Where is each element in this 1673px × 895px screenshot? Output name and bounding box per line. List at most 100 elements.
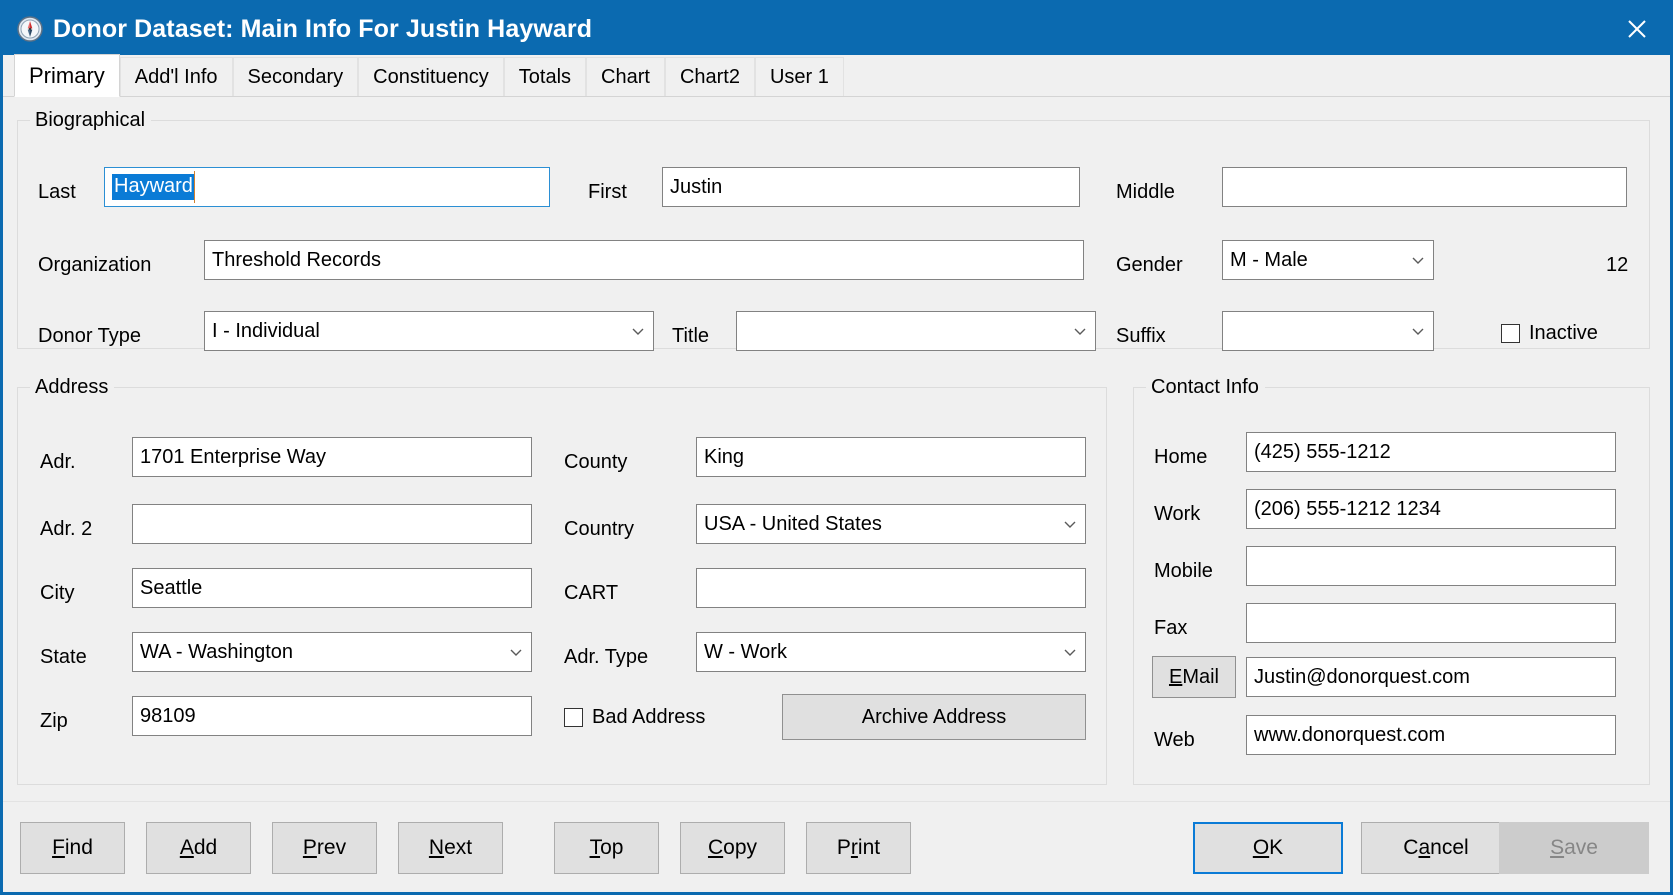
chevron-down-icon xyxy=(505,645,527,659)
tab-constituency[interactable]: Constituency xyxy=(358,57,504,96)
mobile-phone-input[interactable] xyxy=(1246,546,1616,586)
email-rest: Mail xyxy=(1182,665,1219,688)
city-input[interactable]: Seattle xyxy=(132,568,532,608)
title-select[interactable] xyxy=(736,311,1096,351)
find-button[interactable]: Find xyxy=(20,822,125,874)
biographical-legend: Biographical xyxy=(35,109,146,131)
home-phone-input[interactable]: (425) 555-1212 xyxy=(1246,432,1616,472)
first-label: First xyxy=(588,181,627,203)
country-select[interactable]: USA - United States xyxy=(696,504,1086,544)
email-value: Justin@donorquest.com xyxy=(1254,665,1470,688)
tab-label: User 1 xyxy=(769,65,829,88)
compass-icon xyxy=(17,16,43,42)
tab-chart2[interactable]: Chart2 xyxy=(664,57,755,96)
footer-button-bar: Find Add Prev Next Top Copy Print OK Can… xyxy=(3,801,1670,892)
primary-tab-panel: Biographical Last Hayward First Justin M… xyxy=(3,97,1670,801)
adr-label: Adr. xyxy=(40,451,76,473)
chevron-down-icon xyxy=(1069,324,1091,338)
cart-label: CART xyxy=(564,582,619,604)
tab-user-1[interactable]: User 1 xyxy=(754,57,844,96)
adr2-label: Adr. 2 xyxy=(40,518,93,540)
fax-input[interactable] xyxy=(1246,603,1616,643)
email-accel: E xyxy=(1168,665,1183,688)
suffix-label: Suffix xyxy=(1116,325,1166,347)
county-input-value: King xyxy=(704,445,745,468)
close-icon[interactable] xyxy=(1604,3,1670,55)
tab-secondary[interactable]: Secondary xyxy=(232,57,359,96)
last-input[interactable]: Hayward xyxy=(104,167,550,207)
middle-input[interactable] xyxy=(1222,167,1627,207)
home-phone-value: (425) 555-1212 xyxy=(1254,440,1391,463)
state-label: State xyxy=(40,646,87,668)
title-bar: Donor Dataset: Main Info For Justin Hayw… xyxy=(3,3,1670,55)
tab-label: Totals xyxy=(518,65,572,88)
suffix-select[interactable] xyxy=(1222,311,1434,351)
archive-address-label: Archive Address xyxy=(861,705,1007,728)
chevron-down-icon xyxy=(627,324,649,338)
middle-label: Middle xyxy=(1116,181,1175,203)
chevron-down-icon xyxy=(1407,253,1429,267)
address-group: Address Adr. 1701 Enterprise Way County … xyxy=(17,376,1107,785)
record-number: 12 xyxy=(1606,254,1629,276)
email-input[interactable]: Justin@donorquest.com xyxy=(1246,657,1616,697)
adr-type-select[interactable]: W - Work xyxy=(696,632,1086,672)
cart-input[interactable] xyxy=(696,568,1086,608)
county-input[interactable]: King xyxy=(696,437,1086,477)
chevron-down-icon xyxy=(1059,645,1081,659)
contact-info-legend: Contact Info xyxy=(1151,376,1259,398)
zip-input[interactable]: 98109 xyxy=(132,696,532,736)
chevron-down-icon xyxy=(1407,324,1429,338)
print-button[interactable]: Print xyxy=(806,822,911,874)
checkbox-box xyxy=(564,708,583,727)
tab-label: Constituency xyxy=(373,65,489,88)
email-button-label: EMail xyxy=(1169,666,1219,689)
archive-address-button[interactable]: Archive Address xyxy=(782,694,1086,740)
work-label: Work xyxy=(1154,503,1201,525)
zip-label: Zip xyxy=(40,710,68,732)
fax-label: Fax xyxy=(1154,617,1188,639)
gender-select[interactable]: M - Male xyxy=(1222,240,1434,280)
save-button: Save xyxy=(1499,822,1649,874)
donor-type-select[interactable]: I - Individual xyxy=(204,311,654,351)
adr-input[interactable]: 1701 Enterprise Way xyxy=(132,437,532,477)
cancel-button[interactable]: Cancel xyxy=(1361,822,1511,874)
organization-input[interactable]: Threshold Records xyxy=(204,240,1084,280)
home-label: Home xyxy=(1154,446,1208,468)
donor-dataset-window: Donor Dataset: Main Info For Justin Hayw… xyxy=(0,0,1673,895)
adr-input-value: 1701 Enterprise Way xyxy=(140,445,327,468)
copy-button[interactable]: Copy xyxy=(680,822,785,874)
web-input[interactable]: www.donorquest.com xyxy=(1246,715,1616,755)
next-button[interactable]: Next xyxy=(398,822,503,874)
country-select-value: USA - United States xyxy=(704,512,882,535)
first-input-value: Justin xyxy=(670,175,723,198)
donor-type-label: Donor Type xyxy=(38,325,142,347)
gender-select-value: M - Male xyxy=(1230,248,1308,271)
inactive-label: Inactive xyxy=(1529,322,1598,344)
bad-address-label: Bad Address xyxy=(592,706,706,728)
tab-addl-info[interactable]: Add'l Info xyxy=(119,57,233,96)
adr2-input[interactable] xyxy=(132,504,532,544)
email-button[interactable]: EMail xyxy=(1152,656,1236,698)
tab-chart[interactable]: Chart xyxy=(586,57,665,96)
state-select-value: WA - Washington xyxy=(140,640,294,663)
tab-primary[interactable]: Primary xyxy=(14,54,120,97)
inactive-checkbox[interactable]: Inactive xyxy=(1501,322,1598,345)
work-phone-input[interactable]: (206) 555-1212 1234 xyxy=(1246,489,1616,529)
tab-label: Add'l Info xyxy=(134,65,218,88)
window-title: Donor Dataset: Main Info For Justin Hayw… xyxy=(53,14,593,43)
ok-button[interactable]: OK xyxy=(1193,822,1343,874)
organization-input-value: Threshold Records xyxy=(212,248,381,271)
last-label: Last xyxy=(38,181,76,203)
contact-info-group: Contact Info Home (425) 555-1212 Work (2… xyxy=(1133,376,1650,785)
biographical-group: Biographical Last Hayward First Justin M… xyxy=(17,109,1650,351)
top-button[interactable]: Top xyxy=(554,822,659,874)
donor-type-select-value: I - Individual xyxy=(212,319,320,342)
bad-address-checkbox[interactable]: Bad Address xyxy=(564,706,705,729)
prev-button[interactable]: Prev xyxy=(272,822,377,874)
state-select[interactable]: WA - Washington xyxy=(132,632,532,672)
add-button[interactable]: Add xyxy=(146,822,251,874)
county-label: County xyxy=(564,451,628,473)
work-phone-value: (206) 555-1212 1234 xyxy=(1254,497,1441,520)
tab-totals[interactable]: Totals xyxy=(503,57,587,96)
first-input[interactable]: Justin xyxy=(662,167,1080,207)
